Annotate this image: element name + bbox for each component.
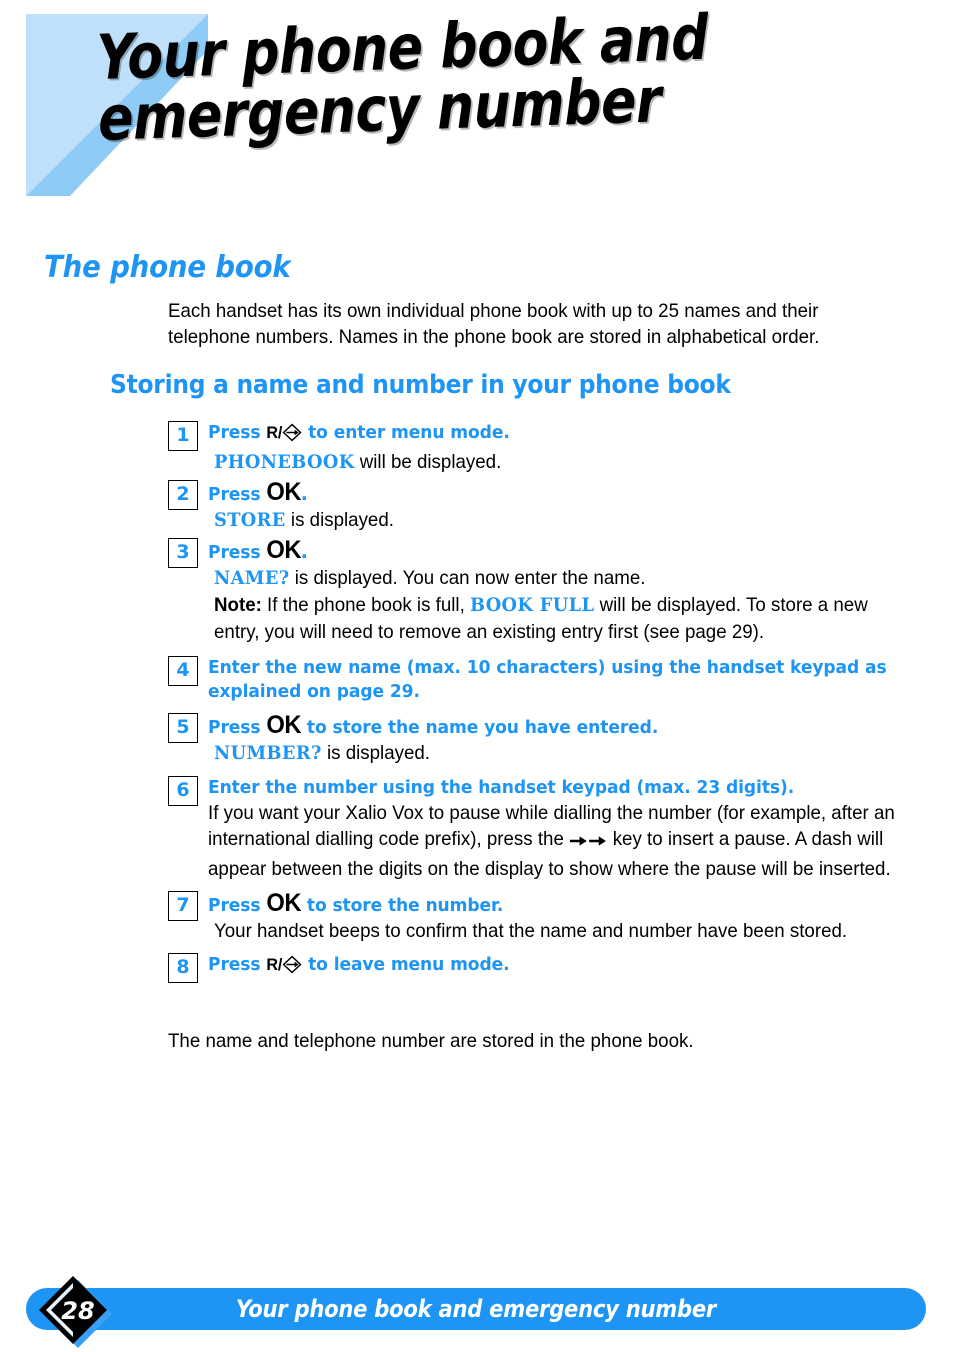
step-instruction-tail: .	[300, 478, 308, 506]
section-heading: The phone book	[44, 250, 291, 285]
note-text-pre: If the phone book is full,	[267, 594, 465, 616]
step-body: Press OK to store the name you have ente…	[208, 712, 928, 767]
page-number: 28	[61, 1297, 95, 1325]
step-body: Press OK to store the number. Your hands…	[208, 890, 928, 944]
note-label: Note:	[214, 594, 262, 616]
list-item: 1 Press R/ to enter menu mode. PHONEBOOK…	[168, 420, 928, 476]
step-number: 6	[168, 776, 198, 806]
step-detail-text: is displayed.	[326, 742, 431, 764]
r-menu-key-icon	[282, 423, 302, 449]
step-instruction-tail: .	[300, 536, 308, 564]
list-item: 5 Press OK to store the name you have en…	[168, 712, 928, 767]
step-detail: Your handset beeps to confirm that the n…	[214, 920, 848, 942]
display-token: NAME?	[214, 568, 290, 589]
ok-key-label: OK	[266, 536, 301, 564]
press-label: Press	[208, 954, 261, 975]
step-detail: NUMBER? is displayed.	[214, 740, 899, 767]
double-right-arrow-icon	[569, 830, 607, 856]
display-token: BOOK FULL	[469, 595, 595, 616]
intro-paragraph: Each handset has its own individual phon…	[168, 300, 820, 348]
step-instruction: Press OK to store the name you have ente…	[208, 713, 892, 740]
step-instruction: Enter the number using the handset keypa…	[208, 777, 795, 798]
step-body: Press OK. NAME? is displayed. You can no…	[208, 537, 928, 645]
step-detail: PHONEBOOK will be displayed.	[214, 449, 899, 476]
step-instruction: Press R/ to leave menu mode.	[208, 953, 892, 981]
step-instruction: Press OK.	[208, 538, 892, 565]
page-title: Your phone book and emergency number	[95, 0, 709, 155]
display-token: PHONEBOOK	[214, 452, 355, 473]
press-label: Press	[208, 422, 261, 443]
step-instruction: Press R/ to enter menu mode.	[208, 421, 892, 449]
step-instruction-tail: to enter menu mode.	[308, 422, 510, 443]
footer-title: Your phone book and emergency number	[235, 1295, 717, 1323]
step-instruction: Press OK to store the number.	[208, 891, 892, 918]
sub-heading: Storing a name and number in your phone …	[110, 370, 731, 400]
step-detail: If you want your Xalio Vox to pause whil…	[208, 800, 899, 882]
press-label: Press	[208, 717, 261, 738]
r-key-label: R/	[266, 955, 283, 974]
footer-bar: Your phone book and emergency number	[26, 1288, 926, 1330]
display-token: STORE	[214, 510, 286, 531]
list-item: 4 Enter the new name (max. 10 characters…	[168, 655, 928, 704]
r-key-label: R/	[266, 423, 283, 442]
list-item: 6 Enter the number using the handset key…	[168, 775, 928, 882]
step-instruction-tail: to store the name you have entered.	[306, 717, 659, 738]
step-body: Enter the new name (max. 10 characters) …	[208, 655, 928, 704]
step-instruction-tail: to leave menu mode.	[308, 954, 510, 975]
step-number: 1	[168, 421, 198, 451]
step-detail: STORE is displayed.	[214, 507, 899, 534]
ok-key-label: OK	[266, 478, 301, 506]
step-number: 3	[168, 538, 198, 568]
press-label: Press	[208, 484, 261, 505]
step-detail-text: is displayed. You can now enter the name…	[294, 567, 646, 589]
steps-list: 1 Press R/ to enter menu mode. PHONEBOOK…	[168, 420, 928, 986]
step-number: 8	[168, 953, 198, 983]
step-number: 7	[168, 891, 198, 921]
step-detail-text: will be displayed.	[359, 451, 502, 473]
step-note: Note: If the phone book is full, BOOK FU…	[214, 592, 899, 645]
step-body: Press R/ to leave menu mode.	[208, 952, 928, 981]
list-item: 3 Press OK. NAME? is displayed. You can …	[168, 537, 928, 645]
step-number: 2	[168, 480, 198, 510]
step-body: Press R/ to enter menu mode. PHONEBOOK w…	[208, 420, 928, 476]
list-item: 7 Press OK to store the number. Your han…	[168, 890, 928, 944]
press-label: Press	[208, 895, 261, 916]
step-instruction: Press OK.	[208, 480, 892, 507]
r-menu-key-icon	[282, 955, 302, 981]
list-item: 2 Press OK. STORE is displayed.	[168, 479, 928, 534]
step-detail: NAME? is displayed. You can now enter th…	[214, 565, 899, 592]
step-number: 4	[168, 656, 198, 686]
display-token: NUMBER?	[214, 743, 322, 764]
press-label: Press	[208, 542, 261, 563]
ok-key-label: OK	[266, 889, 301, 917]
list-item: 8 Press R/ to leave menu mode.	[168, 952, 928, 983]
step-body: Press OK. STORE is displayed.	[208, 479, 928, 534]
page-footer: Your phone book and emergency number 28	[0, 1276, 954, 1348]
step-number: 5	[168, 713, 198, 743]
step-instruction-tail: to store the number.	[306, 895, 504, 916]
step-detail-text: is displayed.	[290, 509, 394, 531]
step-body: Enter the number using the handset keypa…	[208, 775, 928, 882]
ok-key-label: OK	[266, 711, 301, 739]
closing-paragraph: The name and telephone number are stored…	[168, 1030, 694, 1052]
step-instruction: Enter the new name (max. 10 characters) …	[208, 657, 887, 702]
